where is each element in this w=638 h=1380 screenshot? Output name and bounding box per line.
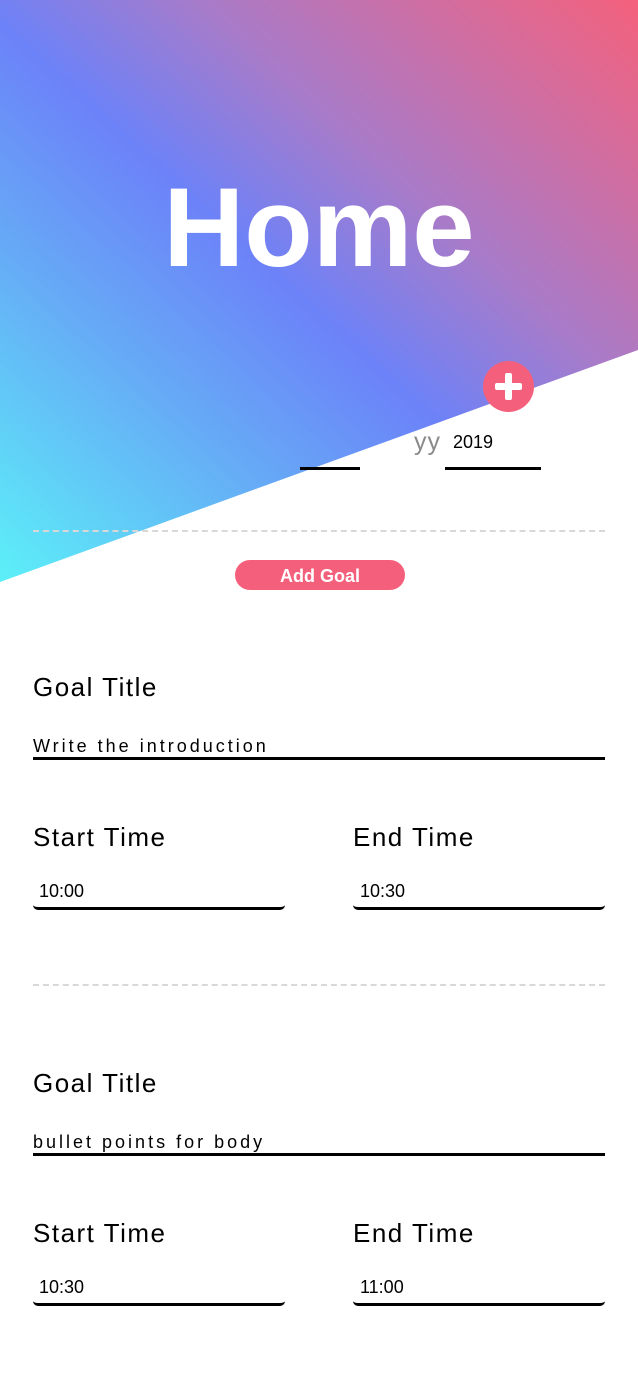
end-time-underline (353, 1301, 605, 1306)
add-button[interactable] (483, 361, 534, 412)
end-time-underline (353, 905, 605, 910)
goal-title-label: Goal Title (33, 1068, 158, 1098)
start-time-input[interactable]: 10:00 (39, 881, 84, 902)
start-time-underline (33, 905, 285, 910)
goal-title-input[interactable]: bullet points for body (33, 1132, 265, 1153)
divider (33, 530, 605, 532)
year-input-underline (445, 467, 541, 470)
goal-title-underline (33, 1153, 605, 1156)
start-time-underline (33, 1301, 285, 1306)
end-time-label: End Time (353, 822, 475, 852)
add-goal-button[interactable]: Add Goal (235, 560, 405, 590)
end-time-input[interactable]: 10:30 (360, 881, 405, 902)
header-gradient-background (0, 0, 638, 582)
goal-card: Goal Title bullet points for body Start … (0, 1068, 638, 1368)
end-time-label: End Time (353, 1218, 475, 1248)
year-placeholder-label: yy (414, 428, 441, 456)
goal-title-underline (33, 757, 605, 760)
start-time-label: Start Time (33, 822, 167, 852)
goal-title-label: Goal Title (33, 672, 158, 702)
year-input[interactable]: 2019 (453, 432, 493, 453)
date-field-underline (300, 467, 360, 470)
divider (33, 984, 605, 986)
goal-card: Goal Title Write the introduction Start … (0, 672, 638, 972)
goal-title-input[interactable]: Write the introduction (33, 736, 269, 757)
end-time-input[interactable]: 11:00 (360, 1277, 404, 1298)
start-time-label: Start Time (33, 1218, 167, 1248)
page-title: Home (163, 165, 475, 290)
start-time-input[interactable]: 10:30 (39, 1277, 84, 1298)
